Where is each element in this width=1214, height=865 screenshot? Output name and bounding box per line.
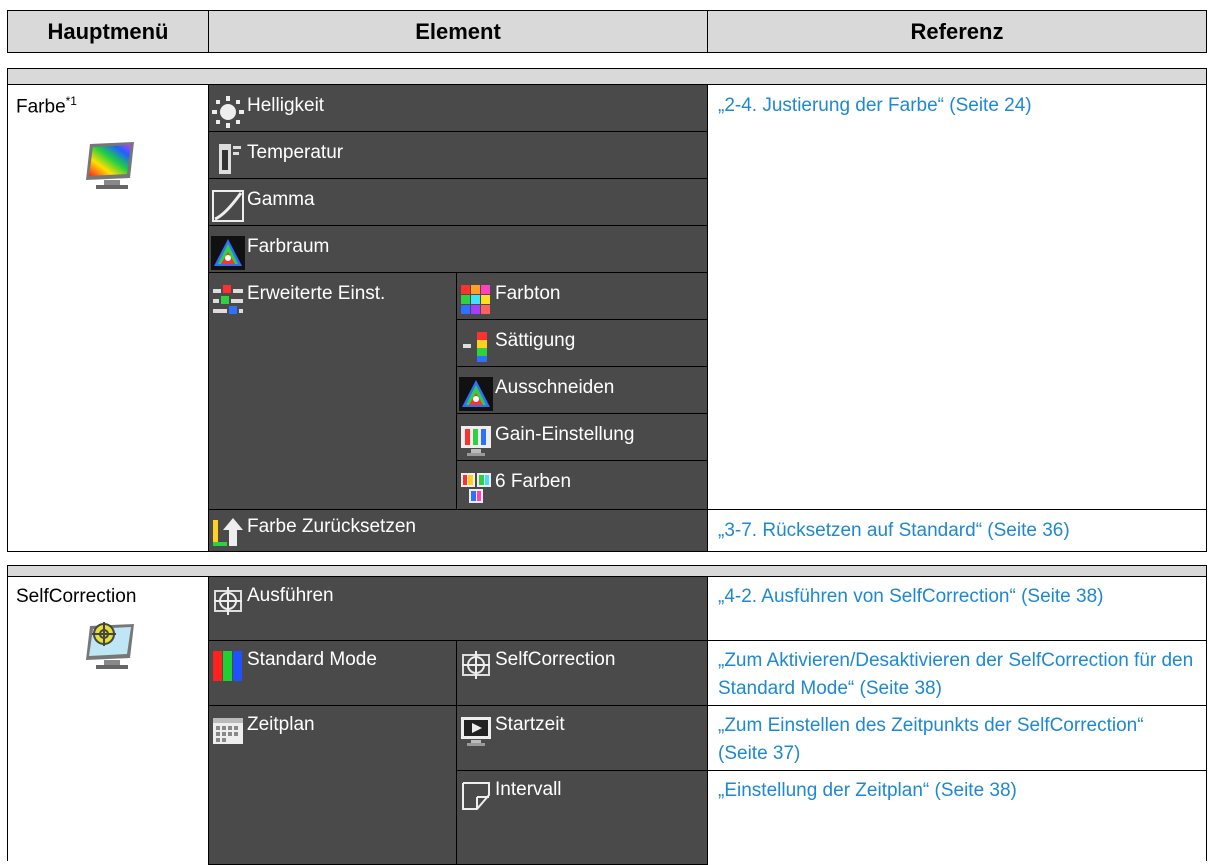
calendar-icon [211, 714, 245, 748]
header-element: Element [208, 10, 708, 53]
interval-icon [459, 779, 493, 813]
item-zuruecksetzen-label: Farbe Zurücksetzen [247, 516, 416, 537]
clipping-triangle-icon [459, 377, 493, 411]
item-6-farben[interactable]: 6 Farben [456, 460, 708, 510]
section-band-farbe [7, 68, 1207, 84]
item-farbraum[interactable]: Farbraum [208, 225, 708, 273]
menu-farbe-label: Farbe [16, 96, 66, 118]
item-temperatur[interactable]: Temperatur [208, 131, 708, 179]
item-erweiterte-einst[interactable]: Erweiterte Einst. [208, 272, 457, 510]
item-startzeit-label: Startzeit [495, 714, 565, 735]
section-band-selfcorrection [7, 565, 1207, 576]
item-gamma-label: Gamma [247, 189, 315, 210]
ref-zeitpunkt-text[interactable]: „Zum Einstellen des Zeitpunkts der SelfC… [718, 715, 1144, 764]
item-gain-label: Gain-Einstellung [495, 424, 635, 445]
ref-justierung-farbe[interactable]: „2-4. Justierung der Farbe“ (Seite 24) [708, 85, 1206, 125]
target-icon [211, 585, 245, 619]
item-intervall-label: Intervall [495, 779, 562, 800]
ref-ruecksetzen[interactable]: „3-7. Rücksetzen auf Standard“ (Seite 36… [708, 510, 1206, 550]
sun-icon [211, 95, 245, 129]
ref-aktivieren-text[interactable]: „Zum Aktivieren/Desaktivieren der SelfCo… [718, 650, 1193, 699]
item-zeitplan-label: Zeitplan [247, 714, 315, 735]
menu-farbe-footnote: *1 [65, 94, 77, 108]
item-ausfuehren-label: Ausführen [247, 585, 334, 606]
item-farbton[interactable]: Farbton [456, 272, 708, 320]
item-erweiterte-label: Erweiterte Einst. [247, 283, 386, 304]
item-saettigung[interactable]: Sättigung [456, 319, 708, 367]
ref-zeitplan-text[interactable]: „Einstellung der Zeitplan“ (Seite 38) [718, 780, 1017, 801]
item-gain-einstellung[interactable]: Gain-Einstellung [456, 413, 708, 461]
gain-monitor-icon [459, 424, 493, 458]
item-intervall[interactable]: Intervall [456, 770, 708, 865]
menu-selfcorrection-label: SelfCorrection [16, 586, 137, 607]
rgb-bars-icon [211, 649, 245, 683]
ref-aktivieren[interactable]: „Zum Aktivieren/Desaktivieren der SelfCo… [708, 641, 1206, 704]
gamma-curve-icon [211, 189, 245, 223]
item-startzeit[interactable]: Startzeit [456, 705, 708, 771]
item-farbraum-label: Farbraum [247, 236, 330, 257]
reset-color-icon [211, 516, 245, 550]
color-monitor-icon [82, 140, 142, 192]
item-saettigung-label: Sättigung [495, 330, 576, 351]
header-element-text: Element [415, 18, 501, 44]
ref-zeitpunkt[interactable]: „Zum Einstellen des Zeitpunkts der SelfC… [708, 706, 1206, 769]
item-ausfuehren[interactable]: Ausführen [208, 576, 708, 641]
ref-zeitplan[interactable]: „Einstellung der Zeitplan“ (Seite 38) [708, 771, 1206, 811]
color-triangle-icon [211, 236, 245, 270]
item-zeitplan[interactable]: Zeitplan [208, 705, 457, 865]
item-ausschneiden-label: Ausschneiden [495, 377, 615, 398]
hue-icon [459, 283, 493, 317]
play-monitor-icon [459, 714, 493, 748]
ref-ausfuehren-text[interactable]: „4-2. Ausführen von SelfCorrection“ (Sei… [718, 586, 1103, 607]
header-hauptmenue: Hauptmenü [7, 10, 209, 53]
ref-justierung-text[interactable]: „2-4. Justierung der Farbe“ (Seite 24) [718, 95, 1032, 116]
selfcorrection-monitor-icon [82, 620, 142, 670]
item-farbe-zuruecksetzen[interactable]: Farbe Zurücksetzen [208, 509, 708, 552]
six-colors-icon [459, 471, 493, 505]
item-helligkeit[interactable]: Helligkeit [208, 84, 708, 132]
ref-ruecksetzen-text[interactable]: „3-7. Rücksetzen auf Standard“ (Seite 36… [718, 520, 1070, 541]
item-helligkeit-label: Helligkeit [247, 95, 325, 116]
header-hauptmenue-text: Hauptmenü [47, 18, 169, 44]
item-selfcorrection-toggle[interactable]: SelfCorrection [456, 640, 708, 706]
item-standard-mode-label: Standard Mode [247, 649, 377, 670]
thermometer-icon [211, 142, 245, 176]
saturation-icon [459, 330, 493, 364]
item-selfcorrection-label: SelfCorrection [495, 649, 616, 670]
ref-ausfuehren[interactable]: „4-2. Ausführen von SelfCorrection“ (Sei… [708, 577, 1206, 640]
item-temperatur-label: Temperatur [247, 142, 344, 163]
target-icon [459, 649, 493, 683]
item-ausschneiden[interactable]: Ausschneiden [456, 366, 708, 414]
item-farbton-label: Farbton [495, 283, 561, 304]
header-referenz: Referenz [707, 10, 1207, 53]
item-gamma[interactable]: Gamma [208, 178, 708, 226]
item-6-farben-label: 6 Farben [495, 471, 572, 492]
advanced-settings-icon [211, 283, 245, 317]
header-referenz-text: Referenz [910, 18, 1004, 44]
